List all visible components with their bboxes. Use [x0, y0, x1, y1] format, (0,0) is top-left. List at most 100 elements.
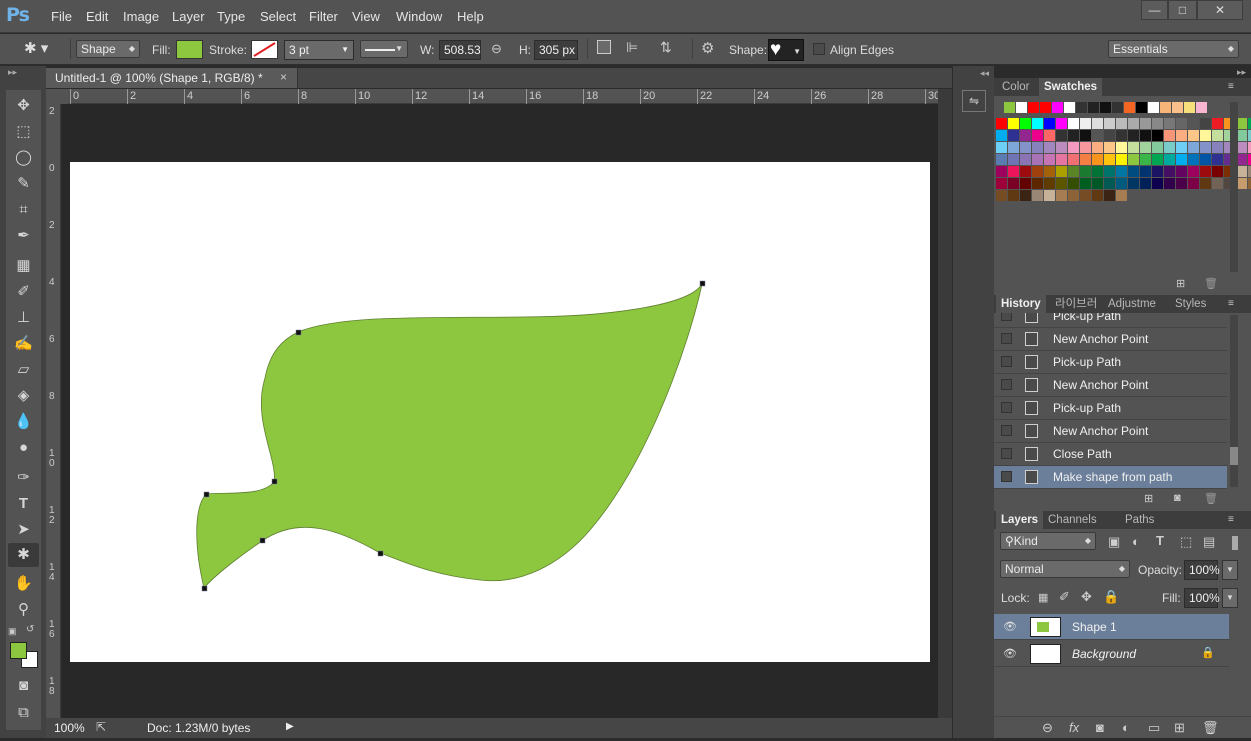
- layer-row-shape-1[interactable]: 👁 Shape 1: [994, 614, 1229, 640]
- color-swatch[interactable]: [1056, 130, 1067, 141]
- history-checkbox[interactable]: [1001, 379, 1012, 390]
- color-swatch[interactable]: [1068, 178, 1079, 189]
- color-swatch[interactable]: [1056, 190, 1067, 201]
- color-swatch[interactable]: [1008, 130, 1019, 141]
- tab-swatches[interactable]: Swatches: [1039, 78, 1103, 96]
- history-checkbox[interactable]: [1001, 425, 1012, 436]
- color-swatch[interactable]: [1068, 154, 1079, 165]
- color-swatch[interactable]: [1080, 130, 1091, 141]
- history-item[interactable]: New Anchor Point: [994, 374, 1227, 397]
- color-swatch[interactable]: [1044, 154, 1055, 165]
- color-swatch[interactable]: [1200, 142, 1211, 153]
- camera-icon[interactable]: ◙: [1174, 492, 1181, 504]
- color-swatch[interactable]: [1080, 166, 1091, 177]
- collapse-icon[interactable]: ◂◂: [980, 68, 989, 79]
- color-swatch[interactable]: [1008, 166, 1019, 177]
- layer-mask-icon[interactable]: ◙: [1096, 720, 1104, 735]
- color-swatch[interactable]: [1032, 178, 1043, 189]
- swatches-scrollbar[interactable]: [1230, 102, 1238, 272]
- color-swatch[interactable]: [1044, 166, 1055, 177]
- anchor-point[interactable]: [203, 491, 210, 498]
- color-swatch[interactable]: [1008, 178, 1019, 189]
- color-swatch[interactable]: [1200, 166, 1211, 177]
- color-swatch[interactable]: [1104, 118, 1115, 129]
- color-swatch[interactable]: [1188, 178, 1199, 189]
- color-swatch[interactable]: [1032, 142, 1043, 153]
- color-swatch[interactable]: [1164, 142, 1175, 153]
- color-swatch[interactable]: [1188, 166, 1199, 177]
- color-swatch[interactable]: [1020, 190, 1031, 201]
- color-swatch[interactable]: [1104, 178, 1115, 189]
- lock-pixels-icon[interactable]: ✐: [1059, 589, 1070, 605]
- color-swatch[interactable]: [1056, 142, 1067, 153]
- color-swatch[interactable]: [1032, 166, 1043, 177]
- color-swatch[interactable]: [1080, 178, 1091, 189]
- color-swatch[interactable]: [1140, 118, 1151, 129]
- color-swatch[interactable]: [1184, 102, 1195, 113]
- history-item-selected[interactable]: Make shape from path: [994, 466, 1227, 489]
- color-swatch[interactable]: [1092, 178, 1103, 189]
- zoom-level[interactable]: 100%: [54, 721, 85, 735]
- color-swatch[interactable]: [1140, 166, 1151, 177]
- color-swatch[interactable]: [1068, 118, 1079, 129]
- color-swatch[interactable]: [1164, 118, 1175, 129]
- color-swatch[interactable]: [1200, 154, 1211, 165]
- color-swatch[interactable]: [1020, 142, 1031, 153]
- color-swatch[interactable]: [1116, 130, 1127, 141]
- new-document-from-state-icon[interactable]: ⊞: [1144, 492, 1153, 505]
- visibility-eye-icon[interactable]: 👁: [1003, 620, 1017, 633]
- color-swatch[interactable]: [1212, 130, 1223, 141]
- color-swatch[interactable]: [1040, 102, 1051, 113]
- layer-filter-select[interactable]: ⚲Kind ◆: [1000, 532, 1096, 550]
- color-swatch[interactable]: [1128, 142, 1139, 153]
- history-item[interactable]: Pick-up Path: [994, 397, 1227, 420]
- color-swatch[interactable]: [1008, 154, 1019, 165]
- color-swatch[interactable]: [1212, 178, 1223, 189]
- tab-layers[interactable]: Layers: [996, 511, 1044, 529]
- fill-dropdown-icon[interactable]: ▼: [1222, 588, 1238, 608]
- color-swatch[interactable]: [1164, 130, 1175, 141]
- panel-menu-icon[interactable]: ≡: [1228, 81, 1234, 92]
- color-swatch[interactable]: [1164, 178, 1175, 189]
- color-swatch[interactable]: [1056, 154, 1067, 165]
- filter-smart-object-icon[interactable]: ▤: [1203, 534, 1215, 550]
- color-swatch[interactable]: [1032, 190, 1043, 201]
- color-swatch[interactable]: [1116, 190, 1127, 201]
- color-swatch[interactable]: [1188, 118, 1199, 129]
- color-swatch[interactable]: [1148, 102, 1159, 113]
- history-checkbox[interactable]: [1001, 333, 1012, 344]
- color-swatch[interactable]: [1104, 166, 1115, 177]
- tab-adjustments[interactable]: Adjustme: [1103, 295, 1161, 313]
- color-swatch[interactable]: [1176, 178, 1187, 189]
- color-swatch[interactable]: [996, 118, 1007, 129]
- tab-color[interactable]: Color: [997, 78, 1034, 96]
- color-swatch[interactable]: [1160, 102, 1171, 113]
- color-swatch[interactable]: [1104, 190, 1115, 201]
- color-swatch[interactable]: [1068, 190, 1079, 201]
- color-swatch[interactable]: [1176, 142, 1187, 153]
- color-swatch[interactable]: [1140, 178, 1151, 189]
- color-swatch[interactable]: [1128, 166, 1139, 177]
- color-swatch[interactable]: [1056, 166, 1067, 177]
- color-swatch[interactable]: [1212, 118, 1223, 129]
- color-swatch[interactable]: [1200, 130, 1211, 141]
- adjustment-layer-icon[interactable]: ◐: [1122, 720, 1130, 735]
- color-swatch[interactable]: [1092, 190, 1103, 201]
- color-swatch[interactable]: [1080, 142, 1091, 153]
- color-swatch[interactable]: [1020, 130, 1031, 141]
- color-swatch[interactable]: [1196, 102, 1207, 113]
- history-checkbox[interactable]: [1001, 356, 1012, 367]
- color-swatch[interactable]: [1116, 142, 1127, 153]
- history-item[interactable]: New Anchor Point: [994, 328, 1227, 351]
- anchor-point[interactable]: [377, 550, 384, 557]
- color-swatch[interactable]: [1004, 102, 1015, 113]
- color-swatch[interactable]: [1032, 118, 1043, 129]
- color-swatch[interactable]: [996, 178, 1007, 189]
- link-layers-icon[interactable]: ⊖: [1042, 720, 1053, 736]
- lock-transparency-icon[interactable]: ▦: [1038, 591, 1048, 604]
- lock-all-icon[interactable]: 🔒: [1103, 589, 1119, 605]
- color-swatch[interactable]: [1020, 154, 1031, 165]
- color-swatch[interactable]: [1176, 118, 1187, 129]
- export-icon[interactable]: ⇱: [96, 720, 106, 734]
- color-swatch[interactable]: [1128, 178, 1139, 189]
